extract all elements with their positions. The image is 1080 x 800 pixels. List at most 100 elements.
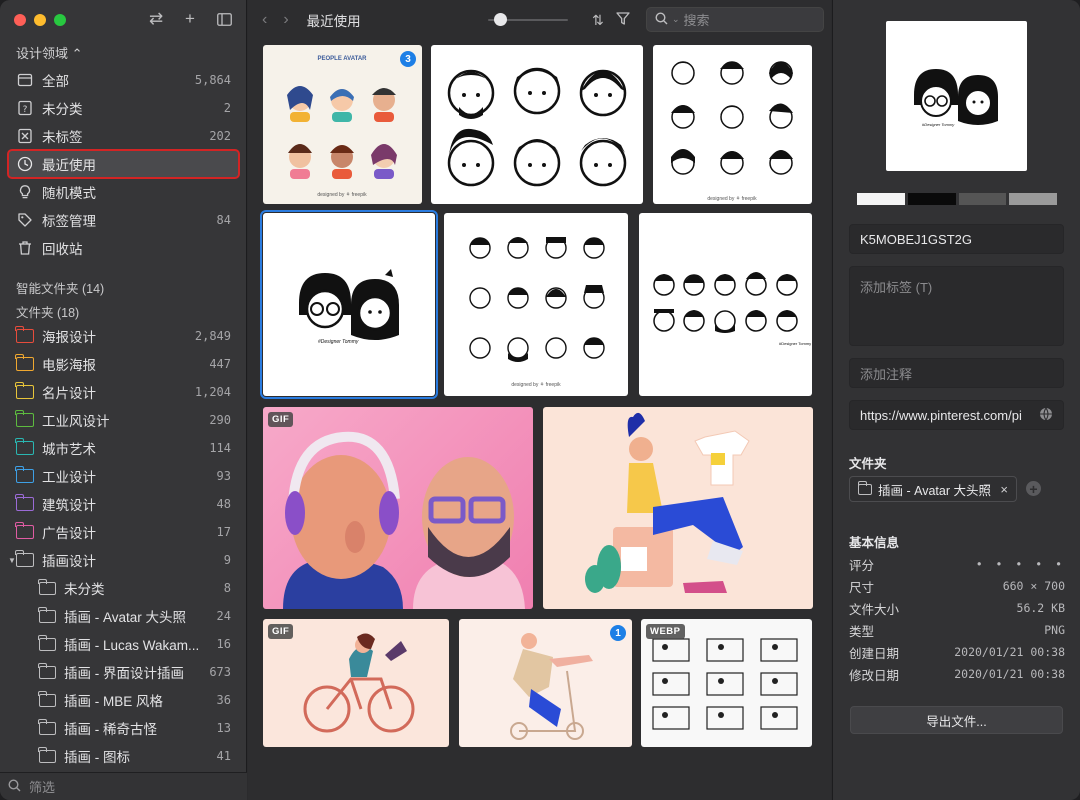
sidebar-item-recent[interactable]: 最近使用 [7, 149, 240, 179]
sidebar-filter-input[interactable]: 筛选 [0, 772, 247, 800]
palette-swatch[interactable] [857, 193, 905, 205]
folder-item[interactable]: 建筑设计 48 [8, 490, 239, 518]
folder-label: 名片设计 [42, 386, 96, 401]
sidebar-item-uncategorized[interactable]: ? 未分类 2 [8, 94, 239, 122]
thumbnail-faces-grid[interactable]: #Designer Tommy [639, 213, 812, 396]
subfolder-item[interactable]: 插画 - Lucas Wakam... 16 [8, 630, 239, 658]
subfolder-item[interactable]: 插画 - 图标 41 [8, 742, 239, 770]
palette-swatch[interactable] [1009, 193, 1057, 205]
add-icon[interactable]: + [182, 9, 198, 29]
folder-count: 2,849 [194, 329, 231, 343]
back-icon[interactable]: ‹ [262, 11, 267, 29]
slider-knob[interactable] [494, 13, 507, 26]
thumbnail-bicycle-gif[interactable]: GIF [263, 619, 449, 747]
folder-icon [15, 410, 34, 429]
info-value: 56.2 KB [1016, 601, 1065, 615]
folder-label: 未分类 [64, 582, 105, 597]
close-icon[interactable]: × [1000, 482, 1008, 497]
info-row-created: 创建日期 2020/01/21 00:38 [849, 641, 1065, 663]
folder-item[interactable]: 名片设计 1,204 [8, 378, 239, 406]
sidebar-item-count: 84 [216, 213, 231, 227]
url-field[interactable]: https://www.pinterest.com/pi [849, 400, 1064, 430]
disclosure-triangle-icon[interactable]: ▼ [8, 556, 16, 565]
folder-count: 447 [209, 357, 231, 371]
thumbnail-bw-faces[interactable] [431, 45, 643, 204]
filter-icon[interactable] [616, 12, 630, 29]
thumbnail-scooter-illustration[interactable]: 1 [459, 619, 632, 747]
avatar-sheet-illustration: designed by ⚘ freepik [671, 61, 793, 202]
sidebar-item-label: 全部 [42, 74, 69, 89]
sidebar-item-label: 未分类 [42, 102, 83, 117]
note-placeholder: 添加注释 [860, 366, 913, 382]
sidebar-item-untagged[interactable]: 未标签 202 [8, 122, 239, 150]
thumbnail-office-line-webp[interactable]: WEBP [641, 619, 812, 747]
forward-icon[interactable]: › [283, 11, 288, 29]
thumbnail-line-heads[interactable]: designed by ⚘ freepik [444, 213, 628, 396]
smart-folders-header[interactable]: 智能文件夹 (14) [8, 276, 239, 298]
thumbnail-sneaker-illustration[interactable] [543, 407, 813, 609]
folder-label: 插画 - MBE 风格 [64, 694, 164, 709]
swap-library-icon[interactable]: ⇄ [148, 9, 164, 29]
folder-item[interactable]: 广告设计 17 [8, 518, 239, 546]
subfolder-item[interactable]: 插画 - 稀奇古怪 13 [8, 714, 239, 742]
folder-item-expanded[interactable]: ▼ 插画设计 9 [8, 546, 239, 574]
svg-text:designed by ⚘ freepik: designed by ⚘ freepik [317, 192, 367, 198]
thumbnail-size-slider[interactable] [488, 13, 568, 26]
info-label: 文件大小 [849, 602, 900, 617]
zoom-window-button[interactable] [54, 14, 66, 26]
folders-header[interactable]: 文件夹 (18) [8, 300, 239, 322]
info-row-type: 类型 PNG [849, 619, 1065, 641]
library-switcher[interactable]: 设计领域 ⌃ [16, 43, 83, 62]
folder-count: 673 [209, 665, 231, 679]
sidebar-item-trash[interactable]: 回收站 [8, 234, 239, 262]
palette-swatch[interactable] [907, 193, 956, 205]
info-value: 2020/01/21 00:38 [954, 645, 1065, 659]
thumbnail-people-avatar[interactable]: PEOPLE AVATAR designed by ⚘ freepik 3 [263, 45, 422, 204]
folder-icon [15, 326, 34, 345]
sidebar-item-label: 最近使用 [42, 158, 96, 173]
sort-icon[interactable]: ⇅ [592, 12, 604, 29]
folder-item[interactable]: 城市艺术 114 [8, 434, 239, 462]
folder-item[interactable]: 海报设计 2,849 [8, 322, 239, 350]
note-field[interactable]: 添加注释 [849, 358, 1064, 388]
minimize-window-button[interactable] [34, 14, 46, 26]
export-button[interactable]: 导出文件... [850, 706, 1063, 734]
close-window-button[interactable] [14, 14, 26, 26]
thumbnail-designer-tommy-selected[interactable]: #Designer Tommy [260, 210, 438, 399]
folder-label: 插画 - Lucas Wakam... [64, 638, 200, 653]
chevron-down-icon[interactable]: ⌄ [672, 14, 680, 25]
sidebar-item-count: 202 [209, 129, 231, 143]
sidebar-item-tags[interactable]: 标签管理 84 [8, 206, 239, 234]
tags-field[interactable]: 添加标签 (T) [849, 266, 1064, 346]
folder-label: 海报设计 [42, 330, 96, 345]
folder-item[interactable]: 工业设计 93 [8, 462, 239, 490]
folder-chip[interactable]: 插画 - Avatar 大头照 × [849, 476, 1017, 502]
search-input[interactable]: ⌄ 搜索 [646, 7, 824, 32]
preview-image[interactable]: #Designer Tommy [886, 21, 1027, 171]
name-field[interactable]: K5MOBEJ1GST2G [849, 224, 1064, 254]
palette-swatch[interactable] [958, 193, 1007, 205]
svg-text:designed by ⚘ freepik: designed by ⚘ freepik [707, 196, 757, 202]
rating-stars[interactable]: • • • • • [976, 557, 1065, 571]
preview-illustration: #Designer Tommy [914, 69, 998, 127]
folder-label: 建筑设计 [42, 498, 96, 513]
info-label: 类型 [849, 624, 875, 639]
subfolder-item[interactable]: 插画 - 界面设计插画 673 [8, 658, 239, 686]
thumbnail-3d-characters-gif[interactable]: GIF [263, 407, 533, 609]
thumbnail-avatar-sheet[interactable]: designed by ⚘ freepik [653, 45, 812, 204]
subfolder-item[interactable]: 未分类 8 [8, 574, 239, 602]
globe-icon[interactable] [1039, 407, 1053, 424]
info-label: 评分 [849, 558, 875, 573]
subfolder-item[interactable]: 插画 - Avatar 大头照 24 [8, 602, 239, 630]
toggle-sidebar-icon[interactable] [216, 9, 232, 29]
sidebar-item-label: 标签管理 [42, 214, 96, 229]
sidebar-item-all[interactable]: 全部 5,864 [8, 66, 239, 94]
info-row-rating: 评分 • • • • • [849, 553, 1065, 575]
sidebar-item-random[interactable]: 随机模式 [8, 178, 239, 206]
folder-item[interactable]: 工业风设计 290 [8, 406, 239, 434]
subfolder-item[interactable]: 插画 - MBE 风格 36 [8, 686, 239, 714]
folder-icon [38, 718, 56, 737]
folder-label: 插画 - 界面设计插画 [64, 666, 184, 681]
add-folder-icon[interactable]: + [1026, 481, 1041, 497]
folder-item[interactable]: 电影海报 447 [8, 350, 239, 378]
